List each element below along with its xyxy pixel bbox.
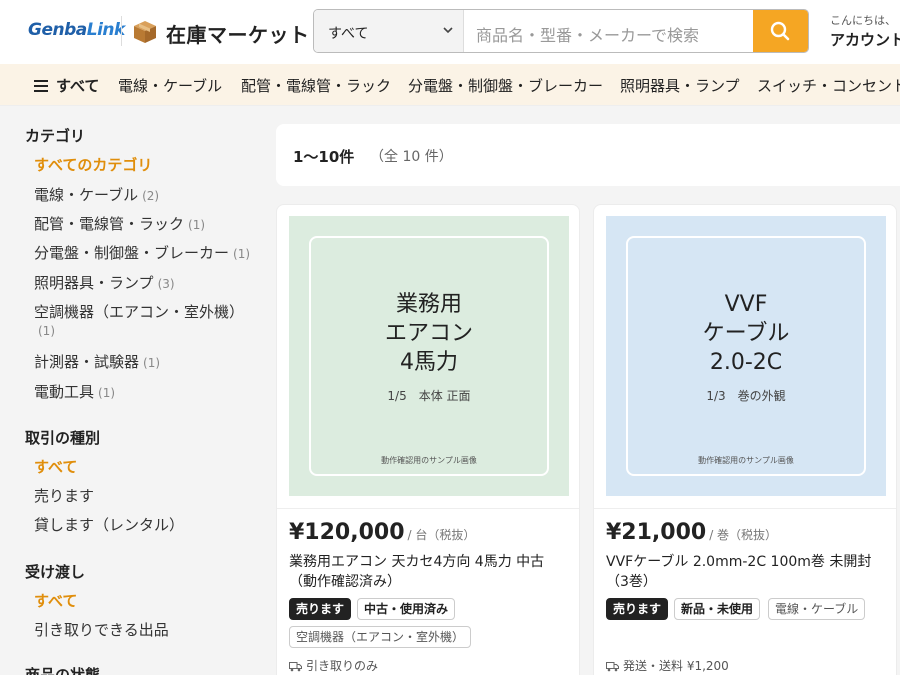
shipping-info: 引き取りのみ xyxy=(289,657,378,674)
logo-divider xyxy=(121,16,122,46)
box-icon xyxy=(134,21,156,43)
search-icon xyxy=(770,21,790,41)
image-title-line: 4馬力 xyxy=(400,350,458,375)
greeting-text: こんにちは、 xyxy=(830,14,896,27)
sidebar-item-deal-all[interactable]: すべて xyxy=(34,456,77,477)
product-price: ¥120,000/ 台（税抜） xyxy=(289,520,476,545)
delivery-heading: 受け渡し xyxy=(25,563,86,581)
nav-all-button[interactable]: すべて xyxy=(34,75,99,96)
image-caption: 1/3 巻の外観 xyxy=(706,389,786,403)
genbalink-logo[interactable]: GenbaLink xyxy=(28,20,125,40)
deal-type-badge: 売ります xyxy=(606,598,669,620)
product-image[interactable]: 業務用 エアコン 4馬力 1/5 本体 正面 動作確認用のサンプル画像 xyxy=(289,216,569,496)
nav-item-lighting[interactable]: 照明器具・ランプ xyxy=(620,75,740,96)
search-button[interactable] xyxy=(753,10,808,52)
sidebar-item-aircon-count: (1) xyxy=(38,324,55,338)
image-note: 動作確認用のサンプル画像 xyxy=(381,456,477,465)
search-scope-value: すべて xyxy=(328,26,369,42)
product-card[interactable]: 業務用 エアコン 4馬力 1/5 本体 正面 動作確認用のサンプル画像 ¥120… xyxy=(276,204,580,675)
card-divider xyxy=(277,508,579,509)
truck-icon xyxy=(289,662,302,672)
site-header: GenbaLink 在庫マーケット すべて 商品名・型番・メーカーで検索 こんに… xyxy=(0,0,900,64)
product-title[interactable]: VVFケーブル 2.0mm-2C 100m巻 未開封（3巻） xyxy=(606,552,886,592)
image-title-line: VVF xyxy=(724,292,768,317)
results-range: 1〜10件 xyxy=(293,148,355,166)
shipping-info: 発送・送料 ¥1,200 xyxy=(606,657,729,674)
sidebar-item-deal-rent[interactable]: 貸します（レンタル） xyxy=(34,514,184,535)
nav-item-cable[interactable]: 電線・ケーブル xyxy=(118,75,222,96)
product-title[interactable]: 業務用エアコン 天カセ4方向 4馬力 中古（動作確認済み） xyxy=(289,552,569,592)
search-scope-select[interactable]: すべて xyxy=(314,10,464,52)
results-total: （全 10 件） xyxy=(370,149,453,165)
product-price: ¥21,000/ 巻（税抜） xyxy=(606,520,778,545)
image-caption: 1/5 本体 正面 xyxy=(387,389,471,403)
nav-item-panel[interactable]: 分電盤・制御盤・ブレーカー xyxy=(408,75,603,96)
filter-sidebar: カテゴリ すべてのカテゴリ 電線・ケーブル (2) 配管・電線管・ラック (1) 分… xyxy=(0,106,262,675)
results-summary: 1〜10件 （全 10 件） xyxy=(276,124,900,186)
sidebar-item-aircon[interactable]: 空調機器（エアコン・室外機） xyxy=(34,301,244,322)
sidebar-item-cable[interactable]: 電線・ケーブル (2) xyxy=(34,184,159,205)
sidebar-item-deal-sell[interactable]: 売ります xyxy=(34,485,94,506)
sidebar-item-power-tools[interactable]: 電動工具 (1) xyxy=(34,381,115,402)
condition-heading: 商品の状態 xyxy=(25,666,101,675)
sidebar-item-delivery-all[interactable]: すべて xyxy=(34,590,77,611)
deal-type-badge: 売ります xyxy=(289,598,352,620)
deal-type-heading: 取引の種別 xyxy=(25,429,101,447)
truck-icon xyxy=(606,662,619,672)
card-divider xyxy=(594,508,896,509)
sidebar-item-lighting[interactable]: 照明器具・ランプ (3) xyxy=(34,272,175,293)
product-image[interactable]: VVF ケーブル 2.0-2C 1/3 巻の外観 動作確認用のサンプル画像 xyxy=(606,216,886,496)
search-bar: すべて 商品名・型番・メーカーで検索 xyxy=(313,9,809,53)
menu-icon xyxy=(34,80,48,92)
nav-item-switch[interactable]: スイッチ・コンセント xyxy=(757,75,900,96)
sidebar-item-measuring[interactable]: 計測器・試験器 (1) xyxy=(34,351,160,372)
search-input[interactable]: 商品名・型番・メーカーで検索 xyxy=(476,22,699,46)
image-title-line: エアコン xyxy=(384,321,473,346)
image-title-line: 2.0-2C xyxy=(709,350,783,375)
image-title-line: ケーブル xyxy=(702,321,790,346)
category-badge: 空調機器（エアコン・室外機） xyxy=(289,626,472,648)
category-badge: 電線・ケーブル xyxy=(768,598,866,620)
sidebar-item-all-categories[interactable]: すべてのカテゴリ xyxy=(34,154,152,175)
account-link[interactable]: アカウント xyxy=(830,29,900,50)
category-heading: カテゴリ xyxy=(25,127,86,145)
sidebar-item-pickup[interactable]: 引き取りできる出品 xyxy=(34,619,169,640)
condition-badge: 中古・使用済み xyxy=(357,598,456,620)
sidebar-item-piping[interactable]: 配管・電線管・ラック (1) xyxy=(34,213,205,234)
image-note: 動作確認用のサンプル画像 xyxy=(698,456,794,465)
condition-badge: 新品・未使用 xyxy=(674,598,761,620)
image-title-line: 業務用 xyxy=(395,292,462,317)
category-nav: すべて 電線・ケーブル 配管・電線管・ラック 分電盤・制御盤・ブレーカー 照明器… xyxy=(0,64,900,106)
product-card[interactable]: VVF ケーブル 2.0-2C 1/3 巻の外観 動作確認用のサンプル画像 ¥2… xyxy=(593,204,897,675)
site-name[interactable]: 在庫マーケット xyxy=(166,19,310,48)
nav-item-piping[interactable]: 配管・電線管・ラック xyxy=(241,75,391,96)
chevron-down-icon xyxy=(443,27,453,34)
sidebar-item-panel[interactable]: 分電盤・制御盤・ブレーカー (1) xyxy=(34,242,250,263)
